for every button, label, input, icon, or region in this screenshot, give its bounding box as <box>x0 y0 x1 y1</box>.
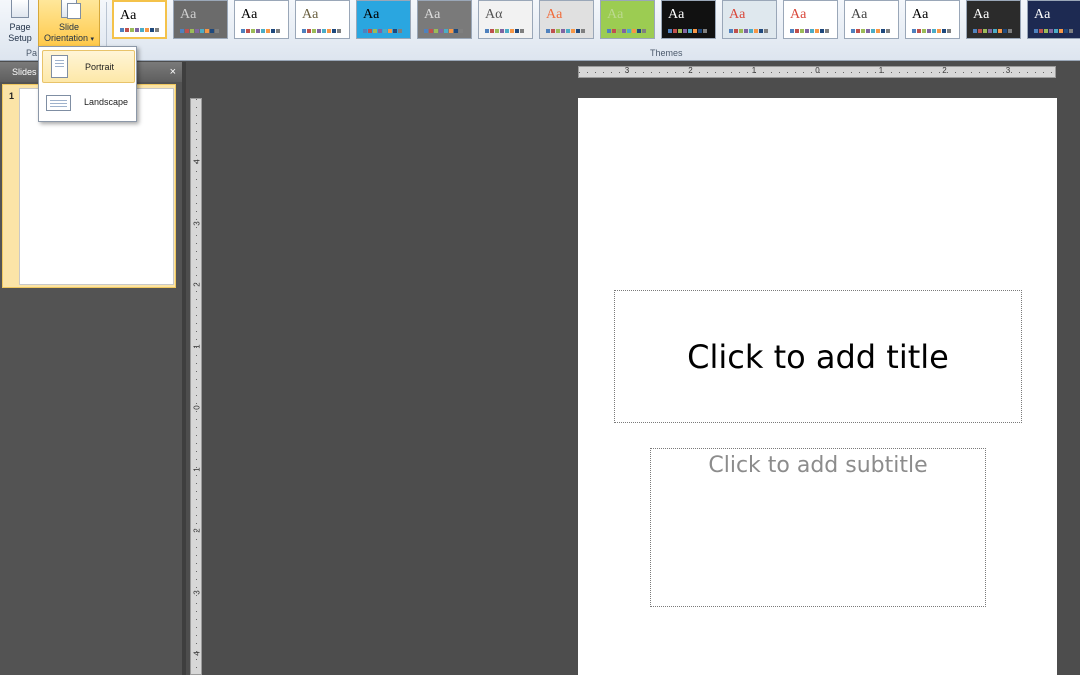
theme-sample-text: Aa <box>241 7 258 22</box>
theme-thumbnail[interactable]: Aa <box>966 0 1021 39</box>
theme-thumbnail[interactable]: Aα <box>478 0 533 39</box>
ruler-tick-label: 1 <box>878 66 884 75</box>
theme-sample-text: Aa <box>302 7 319 22</box>
page-setup-button[interactable]: Page Setup <box>2 0 38 46</box>
theme-color-swatches <box>485 29 524 33</box>
slides-pane: Slides × 1 <box>0 62 182 675</box>
portrait-page-icon <box>51 55 68 78</box>
slide-orientation-label-1: Slide <box>58 22 79 32</box>
ribbon: Page Setup Slide Orientation ▾ Pa Aa Aa Aa… <box>0 0 1080 61</box>
vertical-ruler[interactable]: 4 3 2 1 0 1 2 3 4 <box>190 98 202 675</box>
theme-color-swatches <box>851 29 890 33</box>
slide-orientation-icon <box>61 0 81 19</box>
theme-color-swatches <box>668 29 707 33</box>
theme-thumbnail[interactable]: Aa <box>417 0 472 39</box>
theme-sample-text: Aa <box>607 7 624 22</box>
theme-thumbnail[interactable]: Aa <box>1027 0 1080 39</box>
theme-sample-text: Aa <box>668 7 685 22</box>
theme-sample-text: Aa <box>120 8 137 23</box>
theme-thumbnail[interactable]: Aa <box>112 0 167 39</box>
ruler-tick-label: 2 <box>192 282 202 287</box>
theme-sample-text: Aa <box>973 7 990 22</box>
theme-color-swatches <box>1034 29 1073 33</box>
ruler-tick-label: 3 <box>1005 66 1011 75</box>
theme-color-swatches <box>363 29 402 33</box>
theme-sample-text: Aa <box>1034 7 1051 22</box>
menu-item-landscape[interactable]: Landscape <box>42 86 135 119</box>
theme-thumbnail[interactable]: Aa <box>722 0 777 39</box>
theme-thumbnail[interactable]: Aa <box>234 0 289 39</box>
ruler-tick-label: 0 <box>815 66 820 75</box>
menu-item-portrait-label: Portrait <box>85 62 115 72</box>
ruler-tick-label: 0 <box>192 405 202 410</box>
landscape-page-icon <box>46 95 71 111</box>
theme-color-swatches <box>607 29 646 33</box>
theme-sample-text: Aa <box>180 7 197 22</box>
subtitle-placeholder[interactable]: Click to add subtitle <box>650 448 986 607</box>
ruler-tick-label: 1 <box>192 343 202 349</box>
theme-thumbnail[interactable]: Aa <box>295 0 350 39</box>
theme-color-swatches <box>973 29 1012 33</box>
chevron-down-icon: ▾ <box>90 36 95 43</box>
ruler-tick-label: 3 <box>192 220 202 226</box>
theme-sample-text: Aa <box>912 7 929 22</box>
theme-thumbnail[interactable]: Aa <box>844 0 899 39</box>
ruler-tick-label: 2 <box>192 528 202 533</box>
theme-sample-text: Aa <box>363 7 380 22</box>
pane-splitter[interactable] <box>182 62 186 675</box>
page-setup-icon <box>11 0 29 18</box>
page-setup-label-2: Setup <box>8 33 32 43</box>
slides-tab[interactable]: Slides <box>12 67 37 77</box>
ruler-tick-label: 1 <box>192 466 202 472</box>
theme-color-swatches <box>120 28 159 32</box>
theme-color-swatches <box>729 29 768 33</box>
theme-thumbnail[interactable]: Aa <box>539 0 594 39</box>
page-setup-group-label: Pa <box>26 48 38 58</box>
themes-group-label: Themes <box>650 48 683 58</box>
theme-color-swatches <box>546 29 585 33</box>
ruler-tick-label: 4 <box>192 159 202 164</box>
theme-thumbnail[interactable]: Aa <box>661 0 716 39</box>
theme-color-swatches <box>180 29 219 33</box>
menu-item-portrait[interactable]: Portrait <box>42 50 135 83</box>
theme-sample-text: Aa <box>546 7 563 22</box>
theme-thumbnail[interactable]: Aa <box>783 0 838 39</box>
theme-sample-text: Aa <box>729 7 746 22</box>
ruler-tick-label: 2 <box>942 66 947 75</box>
slide-orientation-label-2: Orientation <box>43 33 88 43</box>
theme-sample-text: Aa <box>424 7 441 22</box>
slide-orientation-menu: Portrait Landscape <box>38 46 137 122</box>
theme-color-swatches <box>302 29 341 33</box>
title-placeholder[interactable]: Click to add title <box>614 290 1022 423</box>
theme-color-swatches <box>241 29 280 33</box>
themes-gallery: Aa Aa Aa Aa Aa Aa Aα Aa Aa Aa Aa Aa Aa Aa Aa Aa <box>112 0 1080 40</box>
theme-thumbnail[interactable]: Aa <box>356 0 411 39</box>
menu-item-landscape-label: Landscape <box>84 97 129 107</box>
theme-color-swatches <box>790 29 829 33</box>
page-setup-label-1: Page <box>9 22 31 32</box>
ruler-tick-label: 2 <box>688 66 693 75</box>
theme-color-swatches <box>912 29 951 33</box>
theme-color-swatches <box>424 29 463 33</box>
theme-sample-text: Aa <box>790 7 807 22</box>
ruler-tick-label: 4 <box>192 651 202 656</box>
close-icon[interactable]: × <box>170 62 176 82</box>
theme-thumbnail[interactable]: Aa <box>600 0 655 39</box>
ruler-tick-label: 3 <box>192 589 202 595</box>
theme-sample-text: Aa <box>851 7 868 22</box>
theme-thumbnail[interactable]: Aa <box>905 0 960 39</box>
ruler-tick-label: 1 <box>751 66 757 75</box>
horizontal-ruler[interactable]: 3 2 1 0 1 2 3 <box>578 66 1056 78</box>
slide-number: 1 <box>9 91 15 101</box>
theme-thumbnail[interactable]: Aa <box>173 0 228 39</box>
slide-orientation-button[interactable]: Slide Orientation ▾ <box>38 0 100 47</box>
theme-sample-text: Aα <box>485 7 503 22</box>
slide-canvas[interactable]: Click to add title Click to add subtitle <box>578 98 1057 675</box>
ruler-tick-label: 3 <box>624 66 630 75</box>
